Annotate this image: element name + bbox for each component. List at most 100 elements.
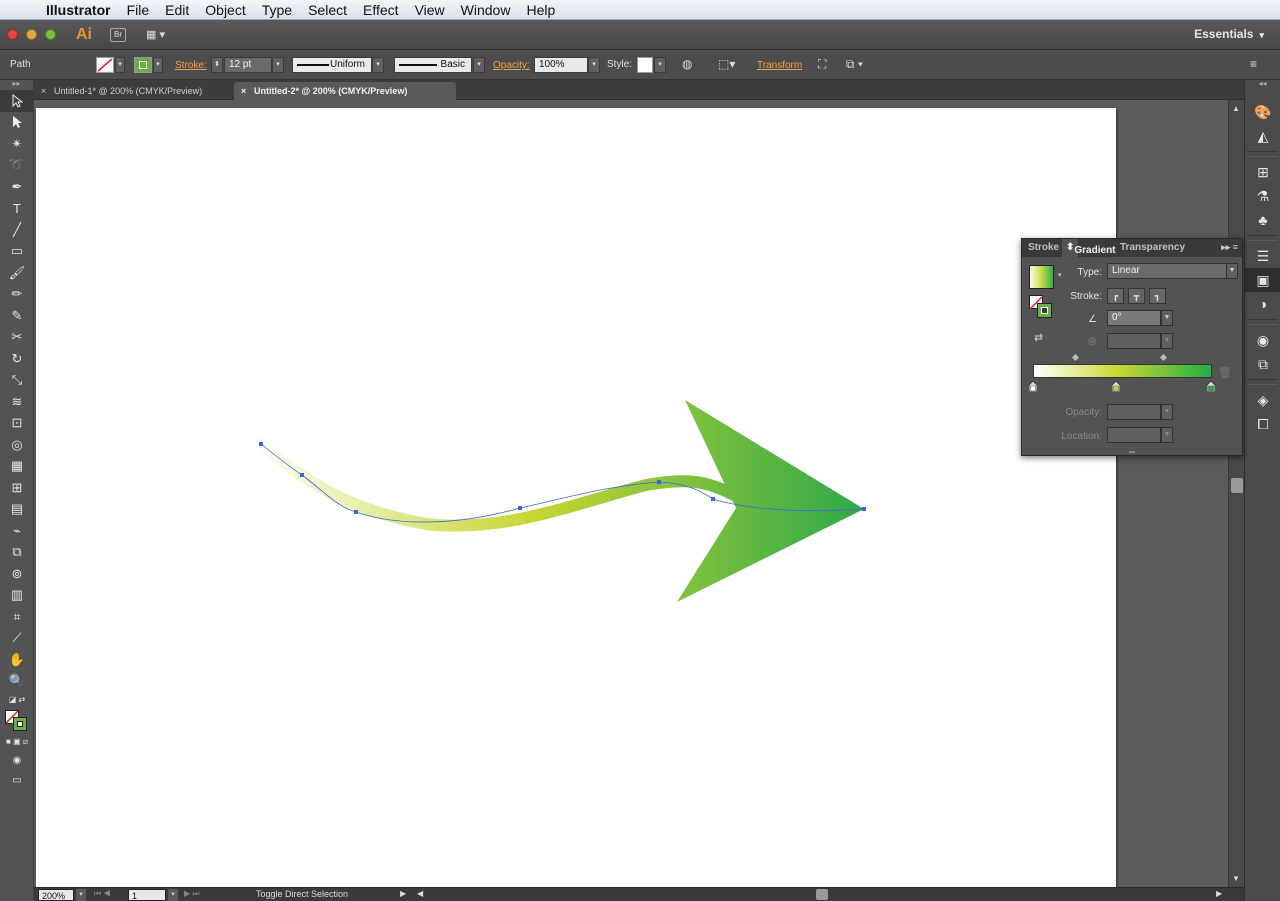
scroll-up-arrow-icon[interactable]: ▲	[1232, 104, 1240, 113]
gradient-stop-white[interactable]	[1029, 381, 1037, 392]
graphic-style-swatch[interactable]	[637, 57, 653, 73]
midpoint-diamond-1[interactable]	[1071, 353, 1080, 362]
stroke-panel-link[interactable]: Stroke:	[175, 60, 207, 71]
drawing-mode-icon[interactable]: ◉	[0, 750, 34, 770]
variable-width-profile[interactable]: Uniform	[292, 57, 372, 73]
color-guide-panel-icon[interactable]: ◭	[1245, 124, 1280, 148]
blend-tool-icon[interactable]: ⧉	[0, 542, 34, 564]
stroke-swatch[interactable]	[134, 57, 152, 73]
mesh-tool-icon[interactable]: ⊞	[0, 477, 34, 499]
color-mode-icons[interactable]: ■ ▣ ⧄	[0, 734, 34, 750]
tab-transparency[interactable]: Transparency	[1120, 242, 1185, 253]
menu-view[interactable]: View	[415, 2, 445, 18]
scroll-right-arrow-icon[interactable]: ▶	[1216, 889, 1222, 898]
zoom-level-field[interactable]: 200%	[38, 889, 74, 901]
midpoint-diamond-2[interactable]	[1159, 353, 1168, 362]
lasso-tool-icon[interactable]: ➰	[0, 155, 34, 177]
gradient-type-dropdown[interactable]: ▼	[1226, 263, 1238, 279]
gradient-preview-dropdown[interactable]: ▾	[1058, 271, 1062, 279]
column-graph-tool-icon[interactable]: ▥	[0, 585, 34, 607]
stroke-weight-field[interactable]: 12 pt	[224, 57, 272, 73]
apply-within-stroke-button[interactable]: ┏	[1107, 288, 1124, 304]
transform-panel-link[interactable]: Transform	[757, 60, 802, 71]
gradient-stop-green[interactable]	[1207, 381, 1215, 392]
select-similar-icon[interactable]: ⧉ ▾	[846, 57, 863, 72]
perspective-grid-tool-icon[interactable]: ▦	[0, 456, 34, 478]
panel-menu-icon[interactable]: ▸▸ ≡	[1221, 242, 1238, 253]
shape-builder-tool-icon[interactable]: ◎	[0, 434, 34, 456]
panel-resize-grip-icon[interactable]: ▬	[1022, 449, 1242, 455]
stroke-box[interactable]	[13, 717, 27, 731]
tab-stroke[interactable]: Stroke	[1028, 242, 1059, 253]
menu-edit[interactable]: Edit	[165, 2, 189, 18]
artwork[interactable]	[36, 108, 1116, 887]
tab-untitled-1[interactable]: × Untitled-1* @ 200% (CMYK/Preview)	[34, 82, 230, 100]
stop-location-dropdown[interactable]: ▼	[1161, 427, 1173, 443]
artboards-panel-icon[interactable]: ⧠	[1245, 412, 1280, 436]
fill-stroke-widget[interactable]	[0, 706, 34, 734]
appearance-panel-icon[interactable]: ◉	[1245, 328, 1280, 352]
symbol-sprayer-tool-icon[interactable]: ⊚	[0, 563, 34, 585]
scissors-tool-icon[interactable]: ✂	[0, 327, 34, 349]
control-panel-menu-icon[interactable]: ≡	[1250, 57, 1257, 71]
gradient-preview-swatch[interactable]	[1029, 265, 1054, 289]
isolate-selected-icon[interactable]: ⛶	[818, 57, 826, 72]
direct-selection-tool-icon[interactable]	[0, 112, 34, 134]
profile-dropdown[interactable]: ▾	[372, 57, 384, 73]
slice-tool-icon[interactable]: ⟋	[0, 628, 34, 650]
stroke-weight-stepper[interactable]: ⬍	[211, 57, 223, 73]
gradient-stop-yellow-green[interactable]	[1112, 381, 1120, 392]
screen-mode-icon[interactable]: ▭	[0, 770, 34, 790]
vertical-scroll-thumb[interactable]	[1231, 478, 1243, 493]
brush-dropdown[interactable]: ▾	[473, 57, 485, 73]
pencil-tool-icon[interactable]: ✏	[0, 284, 34, 306]
stop-opacity-dropdown[interactable]: ▼	[1161, 404, 1173, 420]
hand-tool-icon[interactable]: ✋	[0, 649, 34, 671]
minimize-window-button[interactable]	[26, 29, 37, 40]
menu-select[interactable]: Select	[308, 2, 347, 18]
workspace-switcher[interactable]: Essentials ▾	[1194, 27, 1264, 41]
gradient-type-select[interactable]: Linear	[1107, 263, 1227, 279]
arrow-head[interactable]	[677, 400, 864, 602]
align-icon[interactable]: ⬚▾	[718, 57, 735, 71]
menu-file[interactable]: File	[127, 2, 150, 18]
graphic-style-dropdown[interactable]: ▾	[654, 57, 666, 73]
brush-definition[interactable]: Basic	[394, 57, 472, 73]
fill-swatch[interactable]	[96, 57, 114, 73]
apply-across-stroke-button[interactable]: ┓	[1149, 288, 1166, 304]
scroll-left-arrow-icon[interactable]: ◀	[417, 889, 423, 898]
artboard-tool-icon[interactable]: ⌗	[0, 606, 34, 628]
swatches-panel-icon[interactable]: ⊞	[1245, 160, 1280, 184]
width-tool-icon[interactable]: ≋	[0, 391, 34, 413]
blob-brush-tool-icon[interactable]: ✎	[0, 305, 34, 327]
bridge-button[interactable]: Br	[110, 27, 126, 42]
app-name-menu[interactable]: Illustrator	[46, 2, 111, 18]
transparency-panel-icon[interactable]: ◑	[1245, 292, 1280, 316]
type-tool-icon[interactable]: T	[0, 198, 34, 220]
tab-gradient[interactable]: ⬍ Gradient	[1062, 239, 1116, 257]
free-transform-tool-icon[interactable]: ⊡	[0, 413, 34, 435]
status-menu-arrow-icon[interactable]: ▶	[400, 889, 406, 898]
zoom-tool-icon[interactable]: 🔍	[0, 671, 34, 693]
first-artboard-icon[interactable]: ⏮ ◀	[94, 889, 111, 899]
swap-fill-stroke-icon[interactable]: ◪ ⇄	[0, 692, 34, 706]
toolbox-grip-icon[interactable]: ▸▸	[0, 80, 33, 90]
stroke-box[interactable]	[1037, 303, 1052, 318]
scroll-down-arrow-icon[interactable]: ▼	[1232, 874, 1240, 883]
reverse-gradient-icon[interactable]: ⇄	[1034, 331, 1043, 344]
menu-object[interactable]: Object	[205, 2, 245, 18]
rectangle-tool-icon[interactable]: ▭	[0, 241, 34, 263]
scale-tool-icon[interactable]: ⤡	[0, 370, 34, 392]
fill-dropdown[interactable]: ▾	[115, 57, 125, 73]
opacity-dropdown[interactable]: ▾	[588, 57, 600, 73]
opacity-field[interactable]: 100%	[534, 57, 588, 73]
angle-dropdown[interactable]: ▼	[1161, 310, 1173, 326]
horizontal-scroll-thumb[interactable]	[816, 889, 828, 900]
tab-untitled-2[interactable]: × Untitled-2* @ 200% (CMYK/Preview)	[234, 82, 456, 100]
artboard-number-field[interactable]: 1	[128, 889, 166, 901]
zoom-dropdown[interactable]: ▼	[76, 889, 86, 901]
last-artboard-icon[interactable]: ▶ ⏭	[184, 889, 200, 899]
recolor-artwork-icon[interactable]: ◍	[682, 57, 692, 71]
gradient-slider[interactable]	[1033, 364, 1212, 378]
close-window-button[interactable]	[7, 29, 18, 40]
